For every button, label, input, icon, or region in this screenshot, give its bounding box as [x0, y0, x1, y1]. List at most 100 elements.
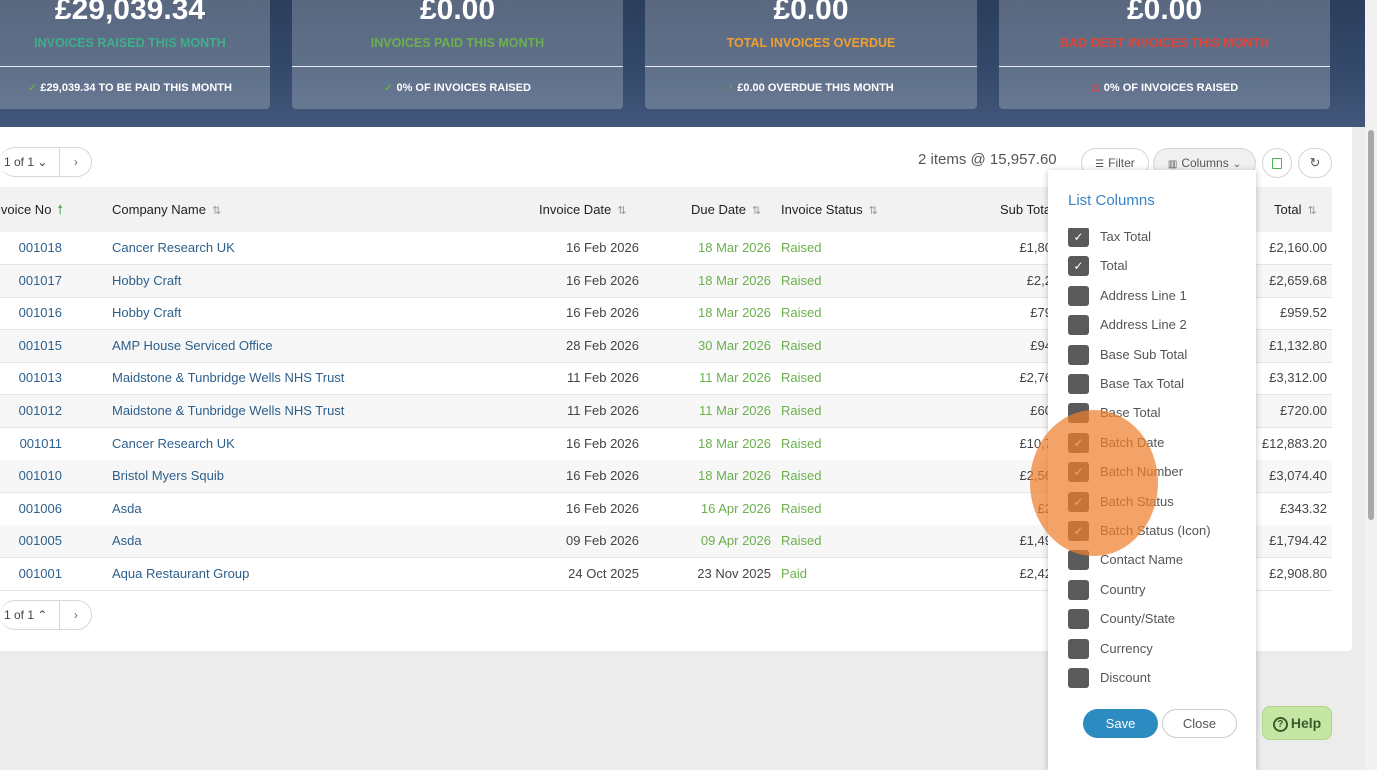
- invoice-no-cell[interactable]: 001017: [12, 265, 62, 297]
- company-cell[interactable]: Asda: [112, 525, 142, 557]
- due-date-cell: 18 Mar 2026: [698, 305, 771, 321]
- filter-icon: ☰: [1095, 159, 1105, 170]
- status-cell: Paid: [781, 566, 808, 581]
- sort-icon: ⇅: [1307, 205, 1317, 217]
- top-pager: 1 of 1 ⌄ ›: [0, 147, 93, 177]
- total-cell: £1,794.42: [1269, 533, 1327, 549]
- header-total[interactable]: Total ⇅: [1274, 187, 1317, 232]
- invoice-no-cell[interactable]: 001001: [12, 558, 62, 590]
- close-button[interactable]: Close: [1162, 709, 1237, 738]
- invoice-date-cell: 24 Oct 2025: [568, 566, 639, 581]
- header-company-name[interactable]: Company Name ⇅: [112, 187, 221, 232]
- checkbox-unchecked-icon[interactable]: [1068, 315, 1089, 336]
- company-cell[interactable]: Bristol Myers Squib: [112, 460, 224, 492]
- invoice-date-cell: 16 Feb 2026: [565, 435, 639, 451]
- checkbox-checked-icon[interactable]: ✓: [1068, 228, 1089, 247]
- checkbox-unchecked-icon[interactable]: [1068, 668, 1089, 688]
- header-due-date[interactable]: Due Date ⇅: [691, 187, 761, 232]
- checkbox-unchecked-icon[interactable]: [1068, 579, 1089, 600]
- header-invoice-date[interactable]: Invoice Date ⇅: [539, 187, 626, 232]
- column-option-label: Discount: [1100, 670, 1151, 685]
- card-label: INVOICES PAID THIS MONTH: [370, 36, 545, 50]
- summary-card-paid: £0.00 INVOICES PAID THIS MONTH ✓ 0% OF IN…: [292, 0, 623, 109]
- company-cell[interactable]: Maidstone & Tunbridge Wells NHS Trust: [112, 362, 344, 394]
- refresh-button[interactable]: ↻: [1298, 148, 1332, 178]
- summary-card-overdue: £0.00 TOTAL INVOICES OVERDUE ↑ £0.00 OVER…: [645, 0, 977, 109]
- help-button[interactable]: ? Help: [1262, 706, 1332, 740]
- card-footer-text: £0.00 OVERDUE THIS MONTH: [737, 82, 894, 94]
- header-invoice-status[interactable]: Invoice Status ⇅: [781, 187, 878, 232]
- invoice-no-cell[interactable]: 001016: [12, 297, 62, 329]
- warning-icon: ⚠: [1090, 83, 1100, 94]
- total-cell: £2,160.00: [1269, 240, 1327, 255]
- header-sub-total[interactable]: Sub Total: [1000, 187, 1054, 232]
- checkbox-unchecked-icon[interactable]: [1068, 374, 1089, 394]
- status-cell: Raised: [781, 370, 822, 386]
- export-excel-button[interactable]: [1262, 148, 1292, 178]
- refresh-icon: ↻: [1309, 155, 1321, 170]
- total-cell: £12,883.20: [1261, 435, 1327, 451]
- company-cell[interactable]: Cancer Research UK: [112, 232, 235, 264]
- header-invoice-no[interactable]: Invoice No🠕: [0, 187, 63, 232]
- invoice-no-cell[interactable]: 001005: [12, 525, 62, 557]
- card-divider: [292, 66, 623, 67]
- invoice-no-cell[interactable]: 001011: [12, 428, 62, 460]
- total-cell: £2,908.80: [1269, 566, 1327, 581]
- save-button[interactable]: Save: [1083, 709, 1158, 738]
- invoice-date-cell: 16 Feb 2026: [565, 500, 639, 516]
- summary-card-bad-debt: £0.00 BAD DEBT INVOICES THIS MONTH ⚠ 0% O…: [999, 0, 1330, 109]
- company-cell[interactable]: Maidstone & Tunbridge Wells NHS Trust: [112, 395, 344, 427]
- invoice-no-cell[interactable]: 001012: [12, 395, 62, 427]
- due-date-cell: 11 Mar 2026: [698, 403, 771, 418]
- invoice-no-cell[interactable]: 001006: [12, 493, 62, 525]
- status-cell: Raised: [781, 240, 822, 255]
- invoice-no-cell[interactable]: 001018: [12, 232, 62, 264]
- due-date-cell: 09 Apr 2026: [700, 533, 771, 549]
- checkbox-checked-icon[interactable]: ✓: [1068, 256, 1089, 277]
- sort-icon: ⇅: [211, 205, 222, 217]
- status-cell: Raised: [781, 403, 822, 418]
- due-date-cell: 18 Mar 2026: [698, 240, 771, 255]
- checkbox-unchecked-icon[interactable]: [1068, 344, 1089, 365]
- sort-icon: ⇅: [751, 205, 762, 217]
- card-footer: ✓ £29,039.34 TO BE PAID THIS MONTH: [0, 82, 270, 94]
- items-summary: 2 items @ 15,957.60: [918, 151, 1057, 168]
- next-page-button[interactable]: ›: [59, 147, 93, 177]
- column-option-label: Contact Name: [1100, 552, 1184, 568]
- invoice-no-cell[interactable]: 001010: [12, 460, 62, 492]
- scrollbar-thumb[interactable]: [1368, 130, 1374, 520]
- page-selector[interactable]: 1 of 1 ⌄: [0, 147, 61, 177]
- columns-label: Columns: [1181, 156, 1229, 170]
- checkbox-unchecked-icon[interactable]: [1068, 638, 1089, 659]
- invoice-no-cell[interactable]: 001013: [12, 362, 62, 394]
- company-cell[interactable]: AMP House Serviced Office: [112, 330, 273, 362]
- due-date-cell: 16 Apr 2026: [700, 500, 771, 516]
- chevron-down-icon: ⌄: [1232, 159, 1242, 170]
- invoice-date-cell: 11 Feb 2026: [566, 403, 639, 418]
- company-cell[interactable]: Hobby Craft: [112, 297, 181, 329]
- column-option-label: Address Line 2: [1100, 317, 1187, 333]
- page-selector[interactable]: 1 of 1 ⌃: [0, 600, 61, 630]
- card-divider: [999, 66, 1330, 67]
- page-scrollbar[interactable]: [1365, 0, 1377, 770]
- summary-banner: £29,039.34 INVOICES RAISED THIS MONTH ✓ £…: [0, 0, 1366, 127]
- status-cell: Raised: [781, 435, 822, 451]
- checkbox-unchecked-icon[interactable]: [1068, 609, 1089, 630]
- next-page-button[interactable]: ›: [59, 600, 93, 630]
- company-cell[interactable]: Hobby Craft: [112, 265, 181, 297]
- summary-card-raised: £29,039.34 INVOICES RAISED THIS MONTH ✓ £…: [0, 0, 270, 109]
- column-option-label: County/State: [1100, 611, 1176, 627]
- invoice-date-cell: 16 Feb 2026: [565, 272, 639, 288]
- invoice-no-cell[interactable]: 001015: [12, 330, 62, 362]
- column-option-label: Base Tax Total: [1100, 376, 1185, 391]
- checkbox-unchecked-icon[interactable]: [1068, 285, 1089, 306]
- total-cell: £3,074.40: [1269, 468, 1327, 484]
- company-cell[interactable]: Aqua Restaurant Group: [112, 558, 249, 590]
- total-cell: £959.52: [1280, 305, 1327, 321]
- company-cell[interactable]: Cancer Research UK: [112, 428, 235, 460]
- invoice-date-cell: 09 Feb 2026: [565, 533, 639, 549]
- check-icon: ✓: [28, 83, 37, 94]
- due-date-cell: 18 Mar 2026: [698, 468, 771, 484]
- due-date-cell: 18 Mar 2026: [698, 435, 771, 451]
- company-cell[interactable]: Asda: [112, 493, 142, 525]
